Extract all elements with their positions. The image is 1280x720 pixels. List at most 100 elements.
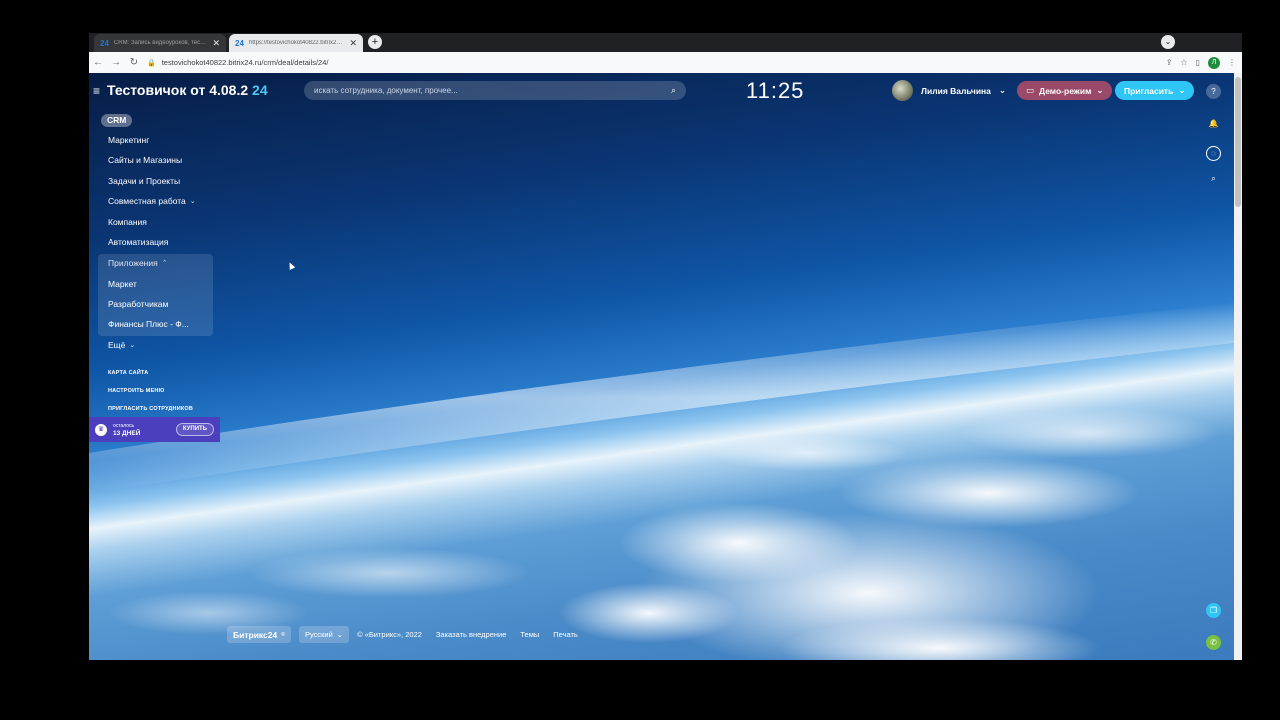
clock: 11:25 [746, 78, 805, 103]
help-icon[interactable]: ? [1206, 84, 1221, 99]
themes-link[interactable]: Темы [520, 630, 539, 639]
close-icon[interactable]: ✕ [349, 38, 357, 49]
search-input[interactable] [314, 86, 671, 95]
footer-logo-sup: © [281, 631, 285, 638]
footer-logo-text: Битрикс24 [233, 629, 278, 640]
menu-item-crm[interactable]: CRM [101, 114, 133, 127]
invite-button[interactable]: Пригласить ⌄ [1115, 81, 1195, 100]
browser-tab-portal[interactable]: 24 https://testovichokot40822.bitrix24.r… [229, 34, 363, 52]
chevron-down-icon: ⌄ [1096, 85, 1104, 95]
kebab-menu-icon[interactable]: ⋮ [1228, 58, 1236, 67]
menu-item-label: Совместная работа [108, 196, 186, 206]
chevron-down-icon: ⌄ [336, 630, 344, 639]
lock-icon: 🔒 [147, 59, 156, 67]
portal-title[interactable]: Тестовичок от 4.08.2 24 [107, 82, 268, 98]
invite-employees-link[interactable]: ПРИГЛАСИТЬ СОТРУДНИКОВ [108, 406, 193, 412]
order-implementation-link[interactable]: Заказать внедрение [436, 630, 506, 639]
new-tab-button[interactable]: + [368, 35, 382, 49]
user-menu[interactable]: Лилия Вальчина ⌄ [892, 80, 1006, 101]
url-text: testovichokot40822.bitrix24.ru/crm/deal/… [161, 58, 329, 67]
profile-avatar[interactable]: Л [1208, 56, 1220, 69]
chevron-up-icon: ⌃ [161, 260, 168, 267]
back-arrow-icon[interactable]: ← [89, 54, 107, 72]
language-label: Русский [304, 630, 333, 639]
crown-icon: ♛ [95, 423, 107, 436]
cloud-background [89, 303, 1234, 660]
menu-item-label: Маркетинг [108, 135, 150, 145]
browser-tab-crm[interactable]: 24 CRM: Запись видеоуроков, тестеры ✕ [94, 34, 226, 52]
chevron-down-icon: ⌄ [1178, 85, 1186, 95]
trial-line-2: 13 ДНЕЙ [113, 429, 141, 437]
menu-item-automation[interactable]: Автоматизация [108, 237, 168, 247]
tab-title: CRM: Запись видеоуроков, тестеры [113, 40, 208, 46]
chevron-down-icon[interactable]: ⌄ [1161, 35, 1175, 49]
phone-icon[interactable]: ✆ [1206, 635, 1221, 650]
demo-mode-label: Демо-режим [1039, 85, 1092, 96]
menu-item-developers[interactable]: Разработчикам [108, 299, 168, 309]
menu-item-company[interactable]: Компания [108, 217, 147, 227]
bitrix-favicon-icon: 24 [100, 38, 109, 48]
menu-item-label: Компания [108, 217, 147, 227]
demo-mode-button[interactable]: ▭ Демо-режим ⌄ [1017, 81, 1113, 100]
avatar[interactable] [892, 80, 913, 101]
menu-item-tasks[interactable]: Задачи и Проекты [108, 176, 180, 186]
configure-menu-link[interactable]: НАСТРОИТЬ МЕНЮ [108, 388, 164, 394]
global-search[interactable]: ⌕ [304, 81, 686, 100]
menu-item-collaboration[interactable]: Совместная работа ⌄ [108, 196, 196, 206]
star-icon[interactable]: ☆ [1180, 58, 1187, 67]
user-name: Лилия Вальчина [921, 85, 991, 96]
menu-burger-icon[interactable]: ≡ [93, 84, 100, 98]
buy-button[interactable]: КУПИТЬ [175, 423, 214, 436]
bitrix-favicon-icon: 24 [235, 38, 244, 48]
page-scrollbar[interactable] [1234, 73, 1242, 660]
chevron-down-icon: ⌄ [129, 342, 136, 349]
menu-item-label: Автоматизация [108, 237, 169, 247]
battery-icon: ▭ [1026, 85, 1035, 95]
footer-logo[interactable]: Битрикс24 © [227, 626, 291, 643]
side-panel-icon[interactable]: ▯ [1196, 58, 1200, 67]
copy-icon[interactable]: ❐ [1206, 603, 1221, 618]
tab-title: https://testovichokot40822.bitrix24.ru/ [248, 40, 345, 46]
reload-icon[interactable]: ↻ [125, 54, 143, 72]
print-link[interactable]: Печать [553, 630, 578, 639]
menu-item-finance-plus[interactable]: Финансы Плюс - Ф... [108, 319, 189, 329]
portal-title-suffix: 24 [252, 82, 268, 98]
browser-window: 24 CRM: Запись видеоуроков, тестеры ✕ 24… [89, 33, 1242, 660]
chevron-down-icon: ⌄ [998, 85, 1007, 95]
portal-title-text: Тестовичок от 4.08.2 [107, 82, 249, 98]
site-map-link[interactable]: КАРТА САЙТА [108, 370, 148, 376]
chevron-down-icon: ⌄ [189, 198, 196, 205]
forward-arrow-icon[interactable]: → [107, 54, 125, 72]
search-icon[interactable]: ⌕ [671, 85, 676, 96]
browser-toolbar: ← → ↻ 🔒 testovichokot40822.bitrix24.ru/c… [89, 52, 1242, 73]
copyright-text: © «Битрикс», 2022 [357, 630, 422, 639]
trial-line-1: осталось [113, 422, 135, 429]
menu-item-label: Ещё [108, 340, 126, 350]
share-icon[interactable]: ⇪ [1166, 58, 1173, 67]
invite-label: Пригласить [1124, 85, 1174, 96]
search-icon[interactable]: ⌕ [1206, 171, 1221, 186]
menu-item-label: Приложения [108, 258, 158, 268]
menu-item-market[interactable]: Маркет [108, 279, 137, 289]
trial-days-left: осталось 13 ДНЕЙ [113, 423, 170, 437]
chat-icon[interactable]: ◌ [1206, 146, 1221, 161]
language-selector[interactable]: Русский ⌄ [298, 626, 350, 643]
scrollbar-thumb[interactable] [1235, 77, 1241, 207]
menu-item-label: Маркет [108, 279, 137, 289]
bell-icon[interactable]: 🔔 [1206, 116, 1221, 131]
menu-item-more[interactable]: Ещё ⌄ [108, 340, 135, 350]
menu-item-sites[interactable]: Сайты и Магазины [108, 155, 182, 165]
close-icon[interactable]: ✕ [212, 38, 220, 49]
bitrix-workspace: ≡ Тестовичок от 4.08.2 24 ⌕ 11:25 Лилия … [89, 73, 1234, 660]
trial-banner: ♛ осталось 13 ДНЕЙ КУПИТЬ [89, 417, 220, 442]
menu-item-label: Задачи и Проекты [108, 176, 181, 186]
mouse-cursor-icon [286, 261, 296, 270]
footer: Битрикс24 © Русский ⌄ © «Битрикс», 2022 З… [227, 626, 578, 643]
menu-item-marketing[interactable]: Маркетинг [108, 135, 149, 145]
menu-item-label: Сайты и Магазины [108, 155, 183, 165]
menu-item-apps[interactable]: Приложения ⌃ [108, 258, 168, 268]
address-bar[interactable]: 🔒 testovichokot40822.bitrix24.ru/crm/dea… [147, 55, 1166, 71]
menu-item-label: Финансы Плюс - Ф... [108, 319, 189, 329]
tab-strip: 24 CRM: Запись видеоуроков, тестеры ✕ 24… [89, 33, 1242, 52]
menu-item-label: Разработчикам [108, 299, 169, 309]
